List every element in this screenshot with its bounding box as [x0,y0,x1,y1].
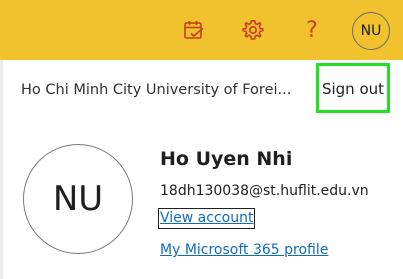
page-edge [0,60,3,279]
user-avatar-initials: NU [52,179,104,219]
help-glyph: ? [306,17,318,43]
gear-icon[interactable] [239,14,267,46]
profile-avatar-button[interactable]: NU [352,12,390,50]
microsoft-365-profile-link[interactable]: My Microsoft 365 profile [160,242,328,258]
sign-out-button[interactable]: Sign out [316,63,390,113]
top-bar: ? NU [0,0,403,60]
user-name: Ho Uyen Nhi [160,148,293,170]
organization-name: Ho Chi Minh City University of Forei... [21,82,292,98]
view-account-link[interactable]: View account [158,208,256,229]
help-icon[interactable]: ? [298,14,326,46]
calendar-check-icon[interactable] [180,14,208,46]
user-email: 18dh130038@st.huflit.edu.vn [160,183,369,199]
sign-out-label: Sign out [321,79,385,98]
avatar-initials: NU [360,23,382,39]
user-avatar: NU [23,144,133,254]
